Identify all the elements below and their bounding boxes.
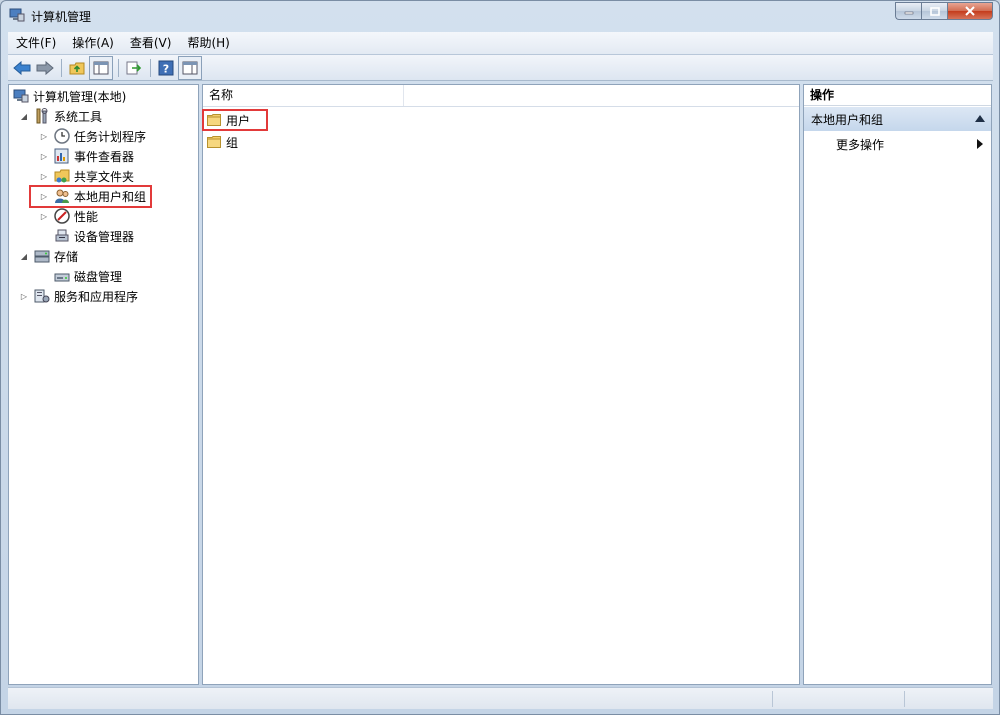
back-icon xyxy=(13,60,31,75)
list-item-label: 组 xyxy=(226,135,239,150)
tree-item-disk-management[interactable]: 磁盘管理 xyxy=(54,266,122,286)
show-hide-tree-button[interactable] xyxy=(89,55,113,80)
forward-icon xyxy=(36,60,54,75)
minimize-button[interactable] xyxy=(895,2,921,20)
tree-item-label: 事件查看器 xyxy=(74,149,135,164)
more-actions-item[interactable]: 更多操作 xyxy=(804,133,991,155)
menu-file[interactable]: 文件(F) xyxy=(8,33,64,53)
export-list-button[interactable] xyxy=(123,57,145,79)
column-header-name[interactable]: 名称 xyxy=(203,85,404,106)
computer-management-window: 计算机管理 文件(F) 操作(A) 查看(V) 帮助(H) ? 计算机管理(本地… xyxy=(0,0,1000,715)
menu-action[interactable]: 操作(A) xyxy=(64,33,122,53)
tree-item-label: 设备管理器 xyxy=(74,229,135,244)
services-icon xyxy=(34,288,50,304)
submenu-arrow-icon xyxy=(977,139,983,149)
expand-arrow-icon[interactable]: ▷ xyxy=(39,151,49,161)
tree-item-label: 共享文件夹 xyxy=(74,169,135,184)
collapse-arrow-icon[interactable]: ◢ xyxy=(19,251,29,261)
clock-icon xyxy=(54,128,70,144)
status-bar xyxy=(8,687,993,709)
status-divider xyxy=(904,691,905,707)
back-button[interactable] xyxy=(11,57,33,79)
actions-group-header[interactable]: 本地用户和组 xyxy=(804,107,991,131)
help-icon: ? xyxy=(158,60,174,75)
disk-icon xyxy=(54,268,70,284)
tree-item-label: 任务计划程序 xyxy=(74,129,147,144)
up-button[interactable] xyxy=(66,57,88,79)
expand-arrow-icon[interactable]: ▷ xyxy=(39,131,49,141)
list-header: 名称 xyxy=(203,85,799,107)
tree-item-performance[interactable]: ▷ 性能 xyxy=(39,206,98,226)
tree-item-device-manager[interactable]: 设备管理器 xyxy=(54,226,134,246)
menu-help[interactable]: 帮助(H) xyxy=(179,33,237,53)
computer-management-icon xyxy=(9,8,25,22)
highlight-box xyxy=(202,109,268,131)
tree-item-root[interactable]: 计算机管理(本地) xyxy=(13,86,126,106)
minimize-icon xyxy=(904,11,913,15)
storage-icon xyxy=(34,248,50,264)
performance-icon xyxy=(54,208,70,224)
show-hide-action-pane-button[interactable] xyxy=(178,55,202,80)
tree-item-event-viewer[interactable]: ▷ 事件查看器 xyxy=(39,146,134,166)
tree-item-label: 计算机管理(本地) xyxy=(33,89,127,104)
shared-folder-icon xyxy=(54,168,70,184)
tree-item-label: 存储 xyxy=(54,249,79,264)
window-title: 计算机管理 xyxy=(31,10,92,24)
toolbar-separator xyxy=(61,58,62,77)
tree-item-label: 服务和应用程序 xyxy=(54,289,139,304)
tree-item-task-scheduler[interactable]: ▷ 任务计划程序 xyxy=(39,126,146,146)
highlight-box xyxy=(29,185,152,208)
console-tree[interactable]: 计算机管理(本地) ◢ 系统工具 ▷ 任务计划程序 ▷ 事件查看器 ▷ 共享文件… xyxy=(8,84,199,685)
computer-management-icon xyxy=(13,88,29,104)
actions-pane: 操作 本地用户和组 更多操作 xyxy=(803,84,992,685)
tree-item-label: 磁盘管理 xyxy=(74,269,123,284)
toolbar-separator xyxy=(150,58,151,77)
toolbar: ? xyxy=(8,55,993,81)
close-icon xyxy=(965,6,975,16)
svg-text:?: ? xyxy=(163,62,169,75)
show-hide-action-pane-icon xyxy=(182,61,198,74)
show-hide-tree-icon xyxy=(93,61,109,74)
maximize-button[interactable] xyxy=(921,2,947,20)
collapse-up-icon xyxy=(975,115,985,122)
results-pane[interactable]: 名称 用户 组 xyxy=(202,84,800,685)
system-tools-icon xyxy=(34,108,50,124)
close-button[interactable] xyxy=(947,2,993,20)
caption-buttons xyxy=(895,2,993,20)
status-divider xyxy=(772,691,773,707)
up-folder-icon xyxy=(69,62,85,74)
folder-icon xyxy=(207,136,221,148)
tree-item-shared-folders[interactable]: ▷ 共享文件夹 xyxy=(39,166,134,186)
tree-item-system-tools[interactable]: ◢ 系统工具 xyxy=(19,106,102,126)
tree-item-label: 系统工具 xyxy=(54,109,103,124)
expand-arrow-icon[interactable]: ▷ xyxy=(39,171,49,181)
menu-bar: 文件(F) 操作(A) 查看(V) 帮助(H) xyxy=(8,32,993,55)
list-item-groups[interactable]: 组 xyxy=(207,132,238,152)
expand-arrow-icon[interactable]: ▷ xyxy=(39,211,49,221)
tree-item-storage[interactable]: ◢ 存储 xyxy=(19,246,78,266)
export-list-icon xyxy=(126,61,142,74)
device-manager-icon xyxy=(54,228,70,244)
toolbar-separator xyxy=(118,58,119,77)
title-bar[interactable]: 计算机管理 xyxy=(1,1,999,31)
forward-button[interactable] xyxy=(34,57,56,79)
event-viewer-icon xyxy=(54,148,70,164)
actions-group-label: 本地用户和组 xyxy=(811,112,884,127)
more-actions-label: 更多操作 xyxy=(836,137,885,152)
help-button[interactable]: ? xyxy=(155,57,177,79)
collapse-arrow-icon[interactable]: ◢ xyxy=(19,111,29,121)
expand-arrow-icon[interactable]: ▷ xyxy=(19,291,29,301)
actions-title: 操作 xyxy=(804,85,991,106)
tree-item-services-apps[interactable]: ▷ 服务和应用程序 xyxy=(19,286,138,306)
maximize-icon xyxy=(929,6,940,16)
tree-item-label: 性能 xyxy=(74,209,99,224)
menu-view[interactable]: 查看(V) xyxy=(122,33,180,53)
